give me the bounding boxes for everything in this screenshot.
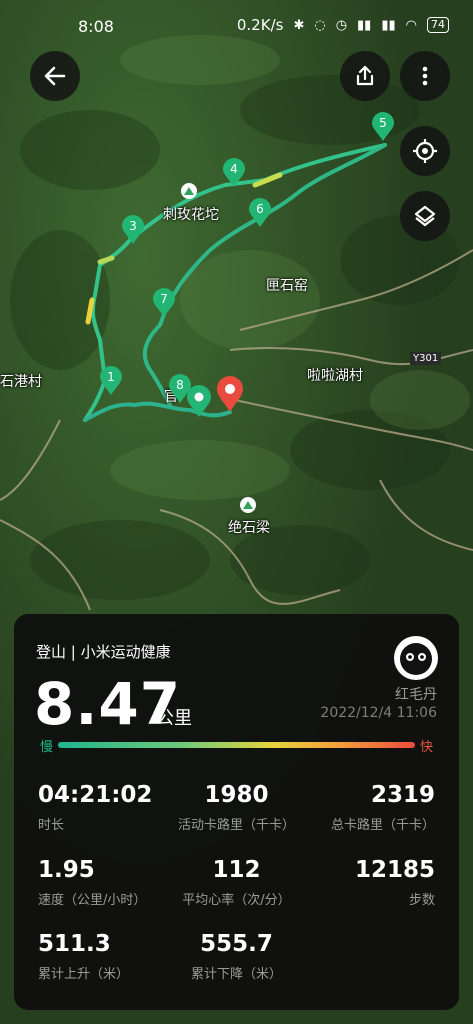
more-button[interactable]: [400, 51, 450, 101]
stat-value: 555.7: [200, 931, 273, 957]
stat-speed: 1.95 速度（公里/小时）: [38, 857, 146, 908]
svg-text:5: 5: [379, 116, 387, 130]
share-icon: [356, 65, 374, 86]
poi-cimeihuatuo: 刺玫花坨: [163, 207, 219, 223]
stat-label: 累计上升（米）: [38, 967, 130, 982]
stat-elevation-gain: 511.3 累计上升（米）: [38, 931, 129, 982]
svg-text:1: 1: [107, 370, 115, 384]
stat-heart-rate: 112 平均心率（次/分）: [164, 857, 309, 908]
share-button[interactable]: [340, 51, 390, 101]
track-marker[interactable]: 4: [222, 158, 246, 192]
workout-summary-panel: 登山 | 小米运动健康 红毛丹 2022/12/4 11:06 8.47 公里 …: [14, 614, 459, 1010]
stat-value: 1980: [204, 782, 269, 808]
distance-unit: 公里: [156, 708, 192, 729]
stat-value: 04:21:02: [38, 782, 153, 808]
locate-button[interactable]: [400, 126, 450, 176]
track-marker[interactable]: 1: [99, 366, 123, 400]
battery-icon: 74: [427, 17, 449, 33]
track-marker[interactable]: 6: [248, 198, 272, 232]
end-pin-icon: [216, 375, 244, 417]
stat-label: 步数: [408, 893, 435, 908]
layers-icon: [414, 205, 436, 227]
mountain-pin-icon: [181, 183, 197, 199]
stat-value: 2319: [370, 782, 435, 808]
back-button[interactable]: [30, 51, 80, 101]
status-time: 8:08: [78, 17, 114, 36]
svg-text:4: 4: [230, 162, 238, 176]
arrow-left-icon: [44, 66, 66, 86]
poi-jueshiliang: 绝石梁: [228, 520, 270, 536]
signal-icon-2: ▮▮: [381, 17, 396, 33]
svg-text:7: 7: [160, 292, 168, 306]
signal-icon: ▮▮: [357, 17, 372, 33]
locate-icon: [413, 139, 437, 163]
stat-value: 511.3: [38, 931, 111, 957]
wifi-icon: ◠: [405, 17, 417, 33]
status-bar: 8:08 0.2K/s ✱ ◌ ◷ ▮▮ ▮▮ ◠ 74: [0, 0, 473, 52]
pace-gradient-bar: [58, 742, 415, 748]
pace-slow-label: 慢: [40, 740, 54, 755]
stat-value: 112: [212, 857, 261, 883]
alarm-icon: ◷: [335, 17, 348, 33]
poi-xiashiyao: 匣石窑: [266, 278, 308, 294]
layers-button[interactable]: [400, 191, 450, 241]
bluetooth-icon: ✱: [293, 17, 305, 33]
svg-text:6: 6: [256, 202, 264, 216]
road-label-y301: Y301: [410, 352, 442, 365]
stat-label: 平均心率（次/分）: [182, 893, 291, 908]
stat-label: 累计下降（米）: [190, 967, 282, 982]
track-marker[interactable]: 5: [371, 112, 395, 146]
stat-value: 12185: [354, 857, 435, 883]
stat-total-calories: 2319 总卡路里（千卡）: [331, 782, 435, 833]
user-name: 红毛丹: [395, 687, 437, 703]
svg-text:3: 3: [129, 219, 137, 233]
workout-title: 登山 | 小米运动健康: [36, 643, 171, 661]
stat-label: 时长: [38, 818, 65, 833]
stat-label: 活动卡路里（千卡）: [177, 818, 295, 833]
poi-lalahucun: 啦啦湖村: [307, 368, 363, 384]
mountain-pin-icon: [240, 497, 256, 513]
network-speed: 0.2K/s: [236, 16, 284, 34]
stat-steps: 12185 步数: [355, 857, 435, 908]
stat-label: 速度（公里/小时）: [38, 893, 147, 908]
avatar[interactable]: [394, 636, 438, 680]
stat-duration: 04:21:02 时长: [38, 782, 152, 833]
stat-elevation-loss: 555.7 累计下降（米）: [164, 931, 309, 982]
track-marker[interactable]: 3: [121, 215, 145, 249]
track-marker[interactable]: 7: [152, 288, 176, 322]
nfc-icon: ◌: [314, 17, 326, 33]
start-pin-icon: [186, 384, 212, 422]
stat-value: 1.95: [38, 857, 95, 883]
more-vertical-icon: [422, 66, 428, 86]
poi-shigangcun: 石港村: [0, 374, 42, 390]
workout-datetime: 2022/12/4 11:06: [320, 705, 437, 721]
stat-label: 总卡路里（千卡）: [330, 818, 435, 833]
pace-fast-label: 快: [420, 740, 434, 755]
svg-text:8: 8: [176, 378, 184, 392]
stat-active-calories: 1980 活动卡路里（千卡）: [164, 782, 309, 833]
